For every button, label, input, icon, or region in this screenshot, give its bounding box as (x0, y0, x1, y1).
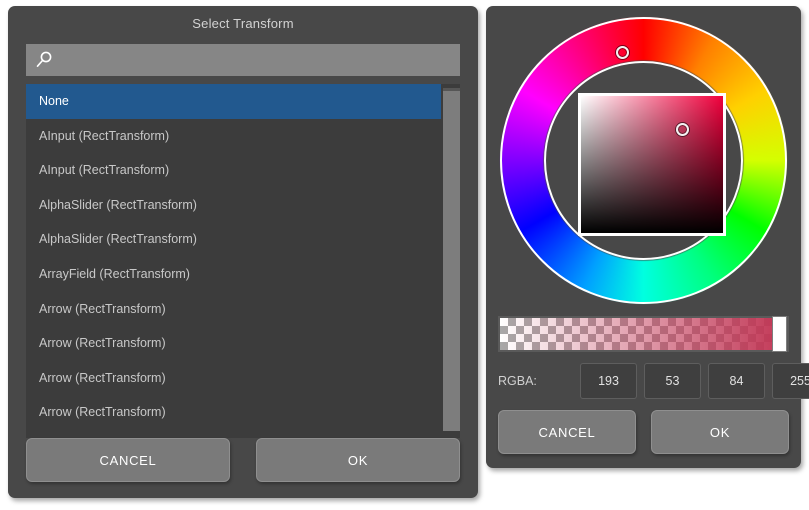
list-item[interactable]: ArrayField (RectTransform) (26, 256, 441, 292)
rgba-green-input[interactable] (644, 363, 701, 399)
alpha-slider-handle[interactable] (772, 316, 787, 352)
list-item[interactable]: Arrow (RectTransform) (26, 326, 441, 361)
saturation-value-marker[interactable] (675, 122, 689, 136)
search-input[interactable] (54, 44, 460, 76)
transform-list-rows[interactable]: None AInput (RectTransform) AInput (RectTr… (26, 84, 441, 438)
color-picker-ok-button[interactable]: OK (651, 410, 789, 454)
rgba-label: RGBA: (498, 374, 537, 388)
color-picker-dialog: RGBA: CANCEL OK (486, 6, 809, 468)
list-item[interactable]: Arrow (RectTransform) (26, 360, 441, 396)
color-picker-button-row: CANCEL OK (498, 410, 789, 454)
saturation-value-square[interactable] (578, 93, 726, 236)
list-item[interactable]: Arrow (RectTransform) (26, 291, 441, 327)
rgba-blue-input[interactable] (708, 363, 765, 399)
list-item[interactable]: AInput (RectTransform) (26, 153, 441, 188)
search-field[interactable] (26, 44, 460, 76)
rgba-row: RGBA: (498, 363, 809, 399)
alpha-slider[interactable] (498, 316, 789, 352)
hue-ring-marker[interactable] (615, 45, 629, 59)
search-icon (34, 50, 54, 70)
transform-list: None AInput (RectTransform) AInput (RectTr… (26, 84, 460, 438)
list-item[interactable]: AInput (RectTransform) (26, 118, 441, 154)
rgba-alpha-input[interactable] (772, 363, 809, 399)
dialog-button-row: CANCEL OK (26, 438, 460, 482)
list-item[interactable]: AlphaSlider (RectTransform) (26, 222, 441, 257)
list-item[interactable]: Arrow (RectTransform) (26, 395, 441, 430)
select-transform-dialog: Select Transform None AInput (RectTransfo… (8, 6, 478, 498)
list-scrollbar-thumb[interactable] (443, 88, 460, 431)
list-item[interactable]: None (26, 84, 441, 119)
list-item[interactable]: AlphaSlider (RectTransform) (26, 187, 441, 223)
color-wheel[interactable] (497, 14, 790, 307)
alpha-checkerboard (500, 316, 787, 352)
alpha-gradient (500, 318, 787, 350)
color-picker-cancel-button[interactable]: CANCEL (498, 410, 636, 454)
list-scrollbar-track[interactable] (441, 84, 460, 438)
cancel-button[interactable]: CANCEL (26, 438, 230, 482)
page-title: Select Transform (192, 16, 294, 31)
rgba-red-input[interactable] (580, 363, 637, 399)
ok-button[interactable]: OK (256, 438, 460, 482)
